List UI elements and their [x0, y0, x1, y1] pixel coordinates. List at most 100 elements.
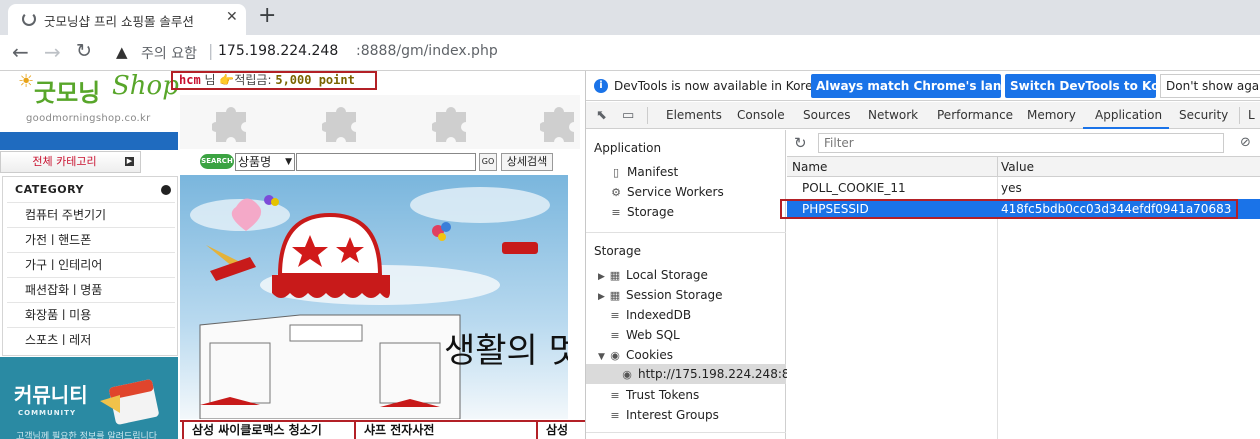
device-toolbar-icon[interactable]: ▭: [622, 108, 634, 123]
url-host[interactable]: 175.198.224.248: [218, 43, 338, 59]
match-chrome-language-button[interactable]: Always match Chrome's language: [811, 74, 1043, 98]
all-category-label: 전체 카테고리: [32, 155, 97, 168]
sidebar-item-cookie-origin[interactable]: ◉ http://175.198.224.248:8888: [621, 367, 812, 381]
community-title: 커뮤니티: [14, 383, 88, 407]
tab-application[interactable]: Application: [1095, 108, 1162, 122]
puzzle-placeholder-icon: [432, 107, 466, 142]
url-path[interactable]: :8888/gm/index.php: [356, 43, 498, 59]
category-more-icon[interactable]: [161, 185, 171, 195]
banner-headline: 생활의 멋: [444, 331, 568, 371]
sidebar-item-interest-groups[interactable]: ≡ Interest Groups: [609, 408, 719, 422]
product-item[interactable]: 샤프 전자사전: [354, 422, 534, 439]
tab-performance[interactable]: Performance: [937, 108, 1013, 122]
table-row-selected[interactable]: PHPSESSID 418fc5bdb0cc03d344efdf0941a706…: [780, 199, 1260, 219]
browser-toolbar: ← → ↻ ▲ 주의 요함 | 175.198.224.248 :8888/gm…: [0, 35, 1260, 71]
refresh-icon[interactable]: ↻: [794, 134, 807, 152]
cookie-name: POLL_COOKIE_11: [802, 181, 906, 195]
security-label[interactable]: 주의 요함: [141, 43, 197, 63]
point-value: 5,000 point: [275, 73, 355, 87]
sidebar-item-session-storage[interactable]: ▶ ▦ Session Storage: [598, 288, 723, 302]
back-arrow-icon[interactable]: ←: [12, 40, 29, 64]
new-tab-button[interactable]: +: [258, 3, 276, 28]
grid-icon: ▦: [609, 289, 621, 302]
infobar-message: DevTools is now available in Korean!: [614, 79, 833, 93]
arrow-right-icon: ▶: [125, 157, 134, 166]
calendar-icon: [100, 379, 159, 425]
site-logo[interactable]: ☀ 굿모닝 Shop goodmorningshop.co.kr: [16, 71, 179, 127]
tab-elements[interactable]: Elements: [666, 108, 722, 122]
all-category-button[interactable]: 전체 카테고리 ▶: [0, 151, 141, 173]
slide-indicator-dots[interactable]: [502, 242, 538, 254]
advanced-search-button[interactable]: 상세검색: [501, 153, 553, 171]
column-name-header[interactable]: Name: [792, 160, 827, 174]
community-subtitle: COMMUNITY: [18, 409, 77, 417]
puzzle-placeholder-icon: [212, 107, 246, 142]
expand-arrow-icon[interactable]: ▶: [598, 272, 607, 282]
tab-security[interactable]: Security: [1179, 108, 1228, 122]
database-icon: ≡: [610, 309, 620, 322]
tab-sources[interactable]: Sources: [803, 108, 850, 122]
column-divider[interactable]: [997, 157, 998, 177]
column-value-header[interactable]: Value: [1001, 160, 1034, 174]
category-title: CATEGORY: [15, 183, 84, 196]
search-go-button[interactable]: GO: [479, 153, 497, 171]
table-header: Name Value: [787, 157, 1260, 177]
sidebar-item-web-sql[interactable]: ≡ Web SQL: [609, 328, 679, 342]
sun-icon: ☀: [18, 71, 35, 92]
sidebar-item-storage[interactable]: ≡ Storage: [610, 205, 674, 219]
loading-favicon-icon: [22, 12, 36, 26]
switch-to-korean-button[interactable]: Switch DevTools to Korean: [1005, 74, 1190, 98]
database-icon: ≡: [610, 329, 620, 342]
expand-arrow-icon[interactable]: ▶: [598, 292, 607, 302]
sidebar-item-label: IndexedDB: [626, 308, 692, 322]
community-banner[interactable]: 커뮤니티 COMMUNITY 고객님께 필요한 정보를 알려드립니다: [0, 357, 178, 439]
database-icon: ≡: [610, 409, 620, 422]
category-item[interactable]: 컴퓨터 주변기기: [7, 202, 175, 227]
clear-all-icon[interactable]: ⊘: [1240, 135, 1251, 150]
tab-network[interactable]: Network: [868, 108, 918, 122]
sidebar-item-indexeddb[interactable]: ≡ IndexedDB: [609, 308, 691, 322]
search-field-select[interactable]: 상품명 ▼: [235, 153, 295, 171]
inspect-element-icon[interactable]: ⬉: [596, 108, 607, 123]
reload-icon[interactable]: ↻: [76, 40, 92, 62]
sidebar-item-manifest[interactable]: ▯ Manifest: [610, 165, 678, 179]
info-icon: i: [594, 79, 608, 93]
annotation-highlight-box: [780, 199, 1238, 219]
cookie-icon: ◉: [610, 349, 620, 362]
url-divider: |: [208, 41, 214, 60]
forward-arrow-icon[interactable]: →: [44, 40, 61, 64]
tab-close-icon[interactable]: ✕: [226, 9, 238, 25]
category-item[interactable]: 가구ㅣ인테리어: [7, 252, 175, 277]
sidebar-item-label: Service Workers: [627, 185, 724, 199]
sidebar-item-trust-tokens[interactable]: ≡ Trust Tokens: [609, 388, 699, 402]
sidebar-item-service-workers[interactable]: ⚙ Service Workers: [610, 185, 724, 199]
category-item[interactable]: 스포츠ㅣ레저: [7, 327, 175, 352]
dont-show-again-button[interactable]: Don't show again: [1160, 74, 1260, 98]
user-suffix: 님: [204, 73, 216, 87]
sidebar-item-label: Interest Groups: [626, 408, 719, 422]
tab-console[interactable]: Console: [737, 108, 785, 122]
tab-more-lighthouse[interactable]: L: [1248, 108, 1255, 122]
table-row[interactable]: POLL_COOKIE_11 yes: [787, 178, 1260, 198]
blue-bar: [0, 132, 178, 150]
product-item[interactable]: 삼성 싸이클로맥스 청소기: [182, 422, 352, 439]
sidebar-item-label: Storage: [627, 205, 674, 219]
category-item[interactable]: 가전ㅣ핸드폰: [7, 227, 175, 252]
warning-icon[interactable]: ▲: [116, 43, 128, 61]
collapse-arrow-icon[interactable]: ▼: [598, 352, 607, 362]
search-input[interactable]: [296, 153, 476, 171]
search-select-value: 상품명: [238, 155, 272, 169]
sidebar-item-label: Trust Tokens: [626, 388, 700, 402]
sidebar-item-local-storage[interactable]: ▶ ▦ Local Storage: [598, 268, 708, 282]
product-item[interactable]: 삼성: [536, 422, 585, 439]
category-item[interactable]: 화장품ㅣ미용: [7, 302, 175, 327]
user-name[interactable]: hcm: [179, 73, 201, 87]
tab-memory[interactable]: Memory: [1027, 108, 1076, 122]
sidebar-item-cookies[interactable]: ▼ ◉ Cookies: [598, 348, 673, 362]
logo-shop-text: Shop: [112, 71, 179, 101]
browser-tab[interactable]: 굿모닝샵 프리 쇼핑몰 솔루션 ✕: [8, 4, 246, 35]
category-item[interactable]: 패션잡화ㅣ명품: [7, 277, 175, 302]
sidebar-item-label: Local Storage: [626, 268, 708, 282]
main-promo-banner[interactable]: 생활의 멋: [180, 175, 568, 419]
filter-input[interactable]: Filter: [818, 133, 1224, 153]
